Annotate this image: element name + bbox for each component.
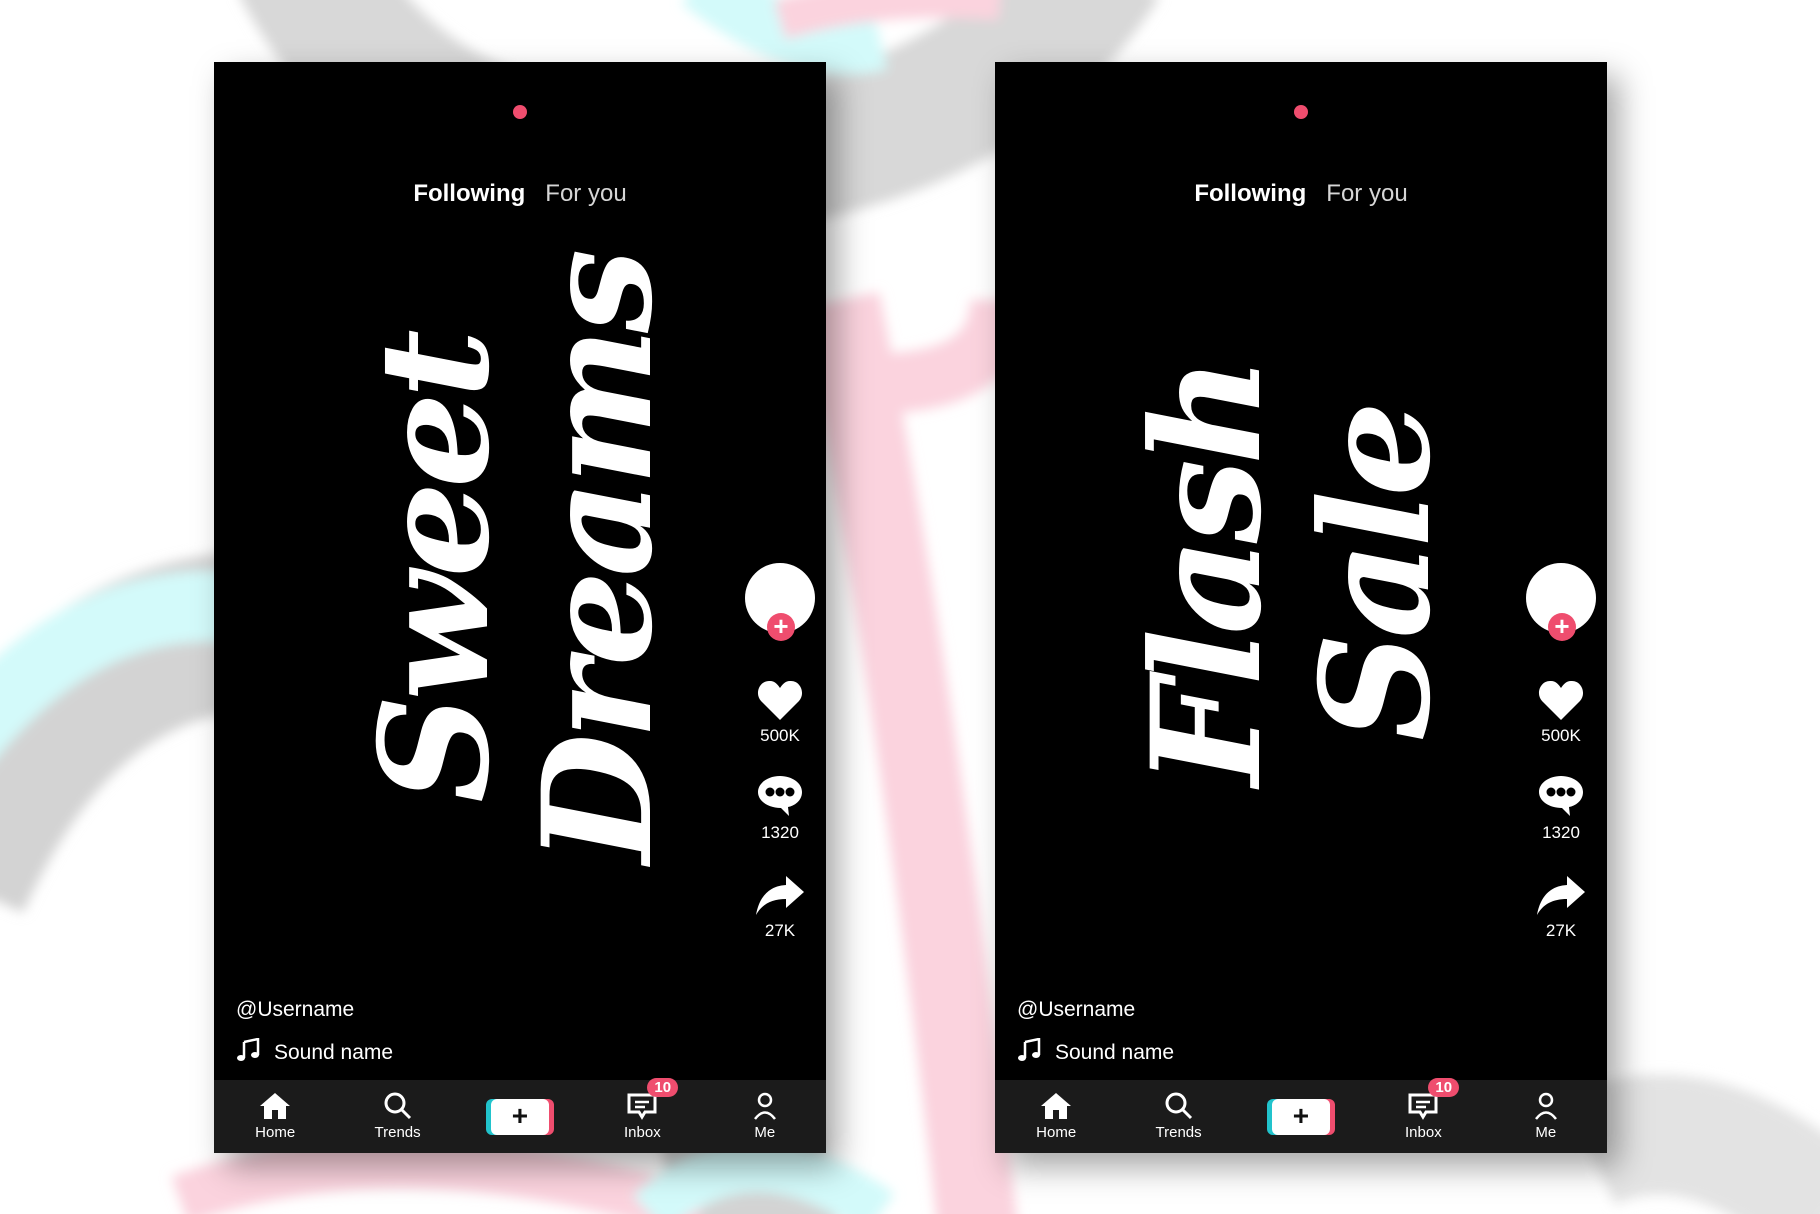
like-button[interactable]: 500K bbox=[750, 679, 810, 746]
nav-home-label: Home bbox=[1036, 1124, 1077, 1141]
sound-link[interactable]: Sound name bbox=[1017, 1037, 1175, 1068]
feed-tabs: Following For you bbox=[214, 180, 826, 208]
home-icon bbox=[1040, 1092, 1072, 1124]
nav-trends-label: Trends bbox=[374, 1124, 421, 1141]
artwork-line-2: Sale bbox=[1288, 407, 1464, 741]
phone-screen-2: Following For you Flash Sale + 500K 1320 … bbox=[995, 62, 1607, 1153]
username[interactable]: @Username bbox=[1017, 998, 1135, 1022]
sound-name: Sound name bbox=[274, 1041, 394, 1064]
profile-icon bbox=[752, 1092, 778, 1124]
nav-create[interactable]: + bbox=[475, 1098, 565, 1135]
feed-tabs: Following For you bbox=[995, 180, 1607, 208]
nav-trends[interactable]: Trends bbox=[353, 1092, 443, 1141]
nav-home[interactable]: Home bbox=[230, 1092, 320, 1141]
search-icon bbox=[1164, 1092, 1194, 1124]
tab-following[interactable]: Following bbox=[413, 180, 525, 207]
follow-plus-icon[interactable]: + bbox=[767, 613, 795, 641]
search-icon bbox=[383, 1092, 413, 1124]
share-count: 27K bbox=[1545, 921, 1577, 940]
nav-inbox-label: Inbox bbox=[1405, 1124, 1442, 1141]
like-count: 500K bbox=[760, 726, 800, 745]
nav-home[interactable]: Home bbox=[1011, 1092, 1101, 1141]
profile-icon bbox=[1533, 1092, 1559, 1124]
nav-me[interactable]: Me bbox=[1501, 1092, 1591, 1141]
share-icon bbox=[1535, 876, 1587, 920]
tab-for-you[interactable]: For you bbox=[545, 180, 626, 207]
inbox-badge: 10 bbox=[647, 1078, 679, 1097]
comment-button[interactable]: 1320 bbox=[750, 774, 810, 843]
follow-plus-icon[interactable]: + bbox=[1548, 613, 1576, 641]
nav-inbox[interactable]: 10 Inbox bbox=[597, 1078, 687, 1141]
bottom-nav: Home Trends + 10 Inbox Me bbox=[214, 1078, 826, 1153]
nav-inbox-label: Inbox bbox=[624, 1124, 661, 1141]
tab-following[interactable]: Following bbox=[1194, 180, 1306, 207]
share-count: 27K bbox=[764, 921, 796, 940]
nav-create[interactable]: + bbox=[1256, 1098, 1346, 1135]
nav-inbox[interactable]: 10 Inbox bbox=[1378, 1078, 1468, 1141]
nav-home-label: Home bbox=[255, 1124, 296, 1141]
nav-me-label: Me bbox=[1535, 1124, 1557, 1141]
phone-screen-1: Following For you Sweet Dreams + 500K 132… bbox=[214, 62, 826, 1153]
comment-count: 1320 bbox=[1542, 823, 1580, 842]
comment-count: 1320 bbox=[761, 823, 799, 842]
heart-icon bbox=[1538, 680, 1584, 725]
artwork-line-2: Dreams bbox=[510, 254, 686, 864]
nav-me-label: Me bbox=[754, 1124, 776, 1141]
artwork-line-1: Sweet bbox=[347, 335, 523, 803]
nav-trends-label: Trends bbox=[1155, 1124, 1202, 1141]
like-button[interactable]: 500K bbox=[1531, 679, 1591, 746]
artwork-line-1: Flash bbox=[1119, 361, 1295, 787]
inbox-badge: 10 bbox=[1428, 1078, 1460, 1097]
comment-icon bbox=[1537, 776, 1585, 822]
nav-me[interactable]: Me bbox=[720, 1092, 810, 1141]
live-indicator-dot bbox=[1294, 105, 1308, 119]
share-button[interactable]: 27K bbox=[1531, 874, 1591, 941]
home-icon bbox=[259, 1092, 291, 1124]
like-count: 500K bbox=[1541, 726, 1581, 745]
tab-for-you[interactable]: For you bbox=[1326, 180, 1407, 207]
music-note-icon bbox=[236, 1037, 260, 1068]
music-note-icon bbox=[1017, 1037, 1041, 1068]
sound-name: Sound name bbox=[1055, 1041, 1175, 1064]
heart-icon bbox=[757, 680, 803, 725]
create-button[interactable]: + bbox=[1271, 1098, 1330, 1135]
nav-trends[interactable]: Trends bbox=[1134, 1092, 1224, 1141]
sound-link[interactable]: Sound name bbox=[236, 1037, 394, 1068]
live-indicator-dot bbox=[513, 105, 527, 119]
share-button[interactable]: 27K bbox=[750, 874, 810, 941]
create-button[interactable]: + bbox=[490, 1098, 549, 1135]
bottom-nav: Home Trends + 10 Inbox Me bbox=[995, 1078, 1607, 1153]
username[interactable]: @Username bbox=[236, 998, 354, 1022]
comment-button[interactable]: 1320 bbox=[1531, 774, 1591, 843]
share-icon bbox=[754, 876, 806, 920]
comment-icon bbox=[756, 776, 804, 822]
